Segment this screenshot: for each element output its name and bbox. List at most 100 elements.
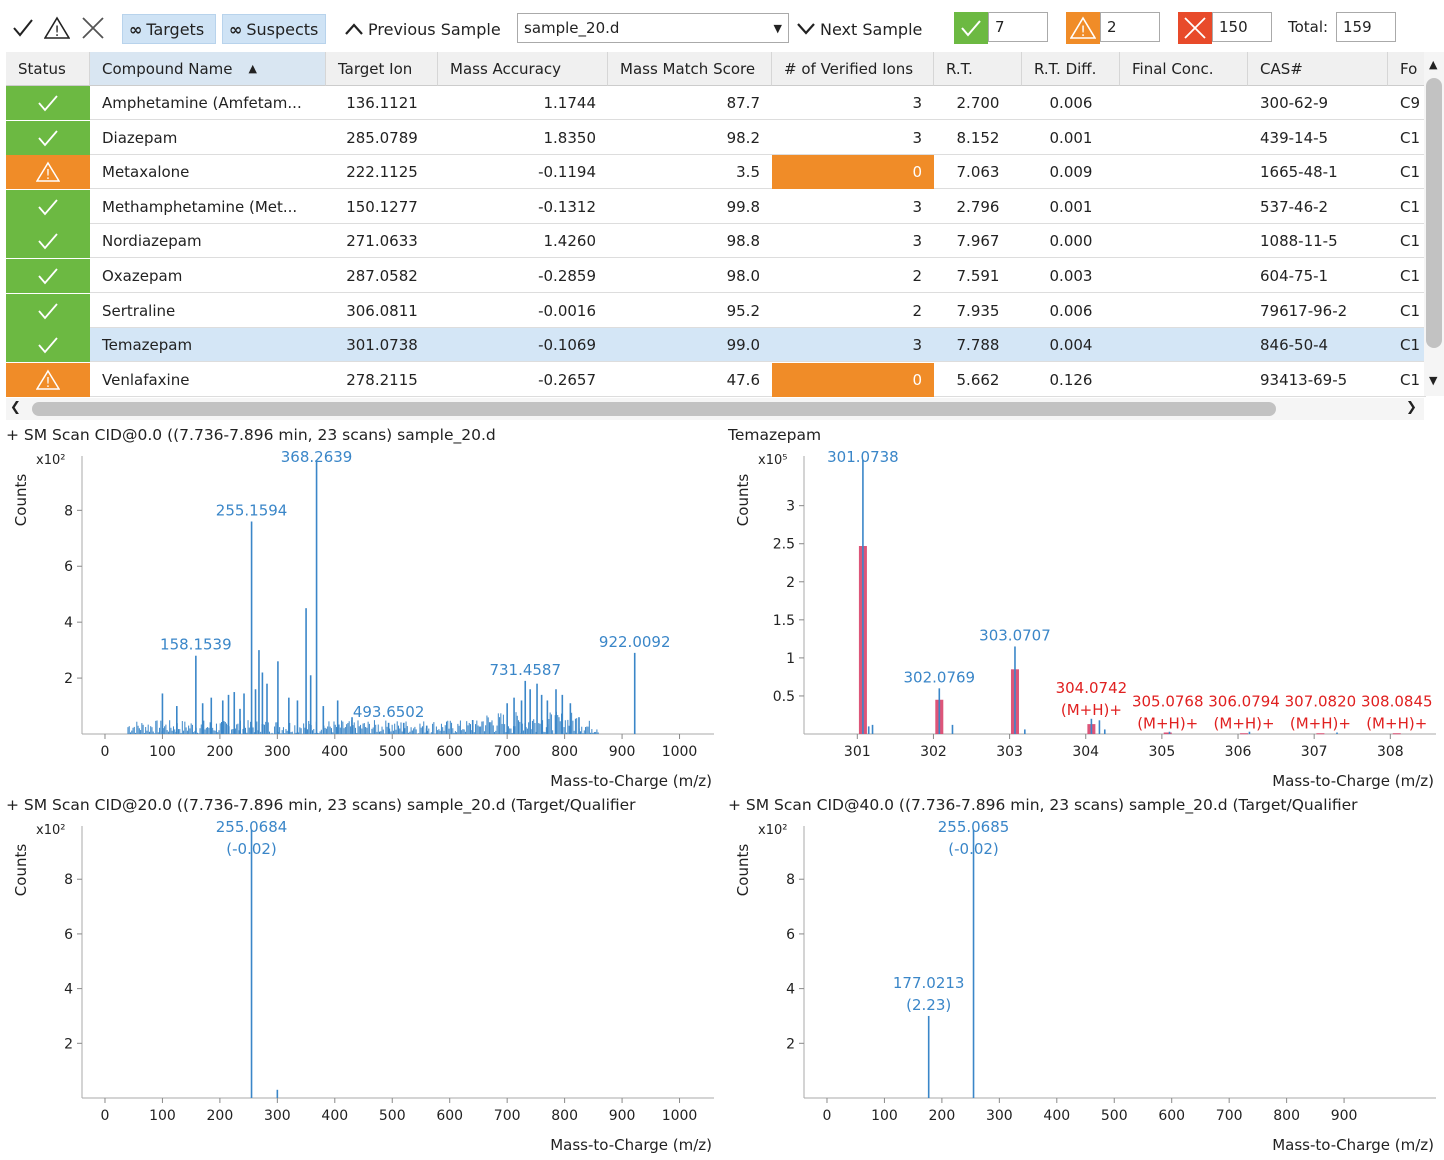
vertical-scrollbar[interactable]: ▲ ▼ — [1424, 52, 1444, 396]
x-tick-label: 500 — [1101, 1108, 1128, 1124]
results-table: Status Compound Name ▲ Target Ion Mass Accu… — [6, 52, 1444, 422]
svg-text:!: ! — [54, 24, 60, 40]
table-row[interactable]: Nordiazepam 271.0633 1.4260 98.8 3 7.967 0.000… — [6, 224, 1426, 259]
chart-plot: Counts x10² 2 4 6 8 0 100 200 300 400 500 600 700 800 9… — [12, 448, 714, 790]
y-axis-multiplier: x10² — [36, 823, 65, 838]
x-tick-label: 0 — [101, 1108, 110, 1124]
y-tick-label: 2 — [786, 1036, 795, 1052]
cell-name: Metaxalone — [102, 163, 190, 182]
chart-plot: Counts x10⁵ 0.5 1 1.5 2 2.5 3 301 302 303 304 305 306… — [734, 448, 1436, 790]
cell-name: Methamphetamine (Met... — [102, 197, 298, 216]
cell-conc — [1120, 190, 1248, 224]
previous-sample-button[interactable]: Previous Sample — [344, 14, 501, 44]
table-row[interactable]: Oxazepam 287.0582 -0.2859 98.0 2 7.591 0.003 60… — [6, 259, 1426, 293]
column-header-r-t[interactable]: R.T. — [934, 52, 1022, 86]
column-header-compound-name[interactable]: Compound Name ▲ — [90, 52, 326, 86]
cell-ion: 306.0811 — [346, 301, 418, 320]
cell-ion: 222.1125 — [346, 163, 418, 182]
next-sample-button[interactable]: Next Sample — [796, 14, 922, 44]
warning-filter-button[interactable]: ! — [42, 12, 72, 44]
suspects-button[interactable]: ∞ Suspects — [222, 14, 326, 44]
column-header-mass-match-score[interactable]: Mass Match Score — [608, 52, 772, 86]
scroll-up-icon[interactable]: ▲ — [1429, 58, 1437, 71]
cell-cas: 439-14-5 — [1260, 128, 1329, 147]
y-axis-label: Counts — [12, 844, 30, 897]
x-axis-label: Mass-to-Charge (m/z) — [1272, 1136, 1434, 1154]
ms-scan-chart-cid40: + SM Scan CID@40.0 ((7.736-7.896 min, 23… — [722, 796, 1444, 1160]
cell-rtdiff: 0.006 — [1049, 301, 1093, 320]
column-header-cas[interactable]: CAS# — [1248, 52, 1388, 86]
cell-ion: 150.1277 — [346, 197, 418, 216]
status-ok-icon — [6, 189, 90, 224]
x-tick-label: 304 — [1072, 744, 1099, 760]
cell-acc: 1.8350 — [543, 128, 597, 147]
x-tick-label: 1000 — [662, 1108, 698, 1124]
warn-count-icon: ! — [1066, 12, 1100, 44]
y-axis-multiplier: x10² — [758, 823, 787, 838]
status-ok-icon — [6, 120, 90, 155]
column-header-label: Final Conc. — [1132, 59, 1214, 78]
table-row[interactable]: Temazepam 301.0738 -0.1069 99.0 3 7.788 0.004 8… — [6, 328, 1426, 363]
column-header-of-verified-ions[interactable]: # of Verified Ions — [772, 52, 934, 86]
x-tick-label: 600 — [436, 1108, 463, 1124]
x-tick-label: 100 — [149, 1108, 176, 1124]
x-tick-label: 800 — [551, 744, 578, 760]
x-filter-button[interactable] — [78, 12, 108, 44]
scroll-left-icon[interactable]: ❮ — [10, 400, 21, 415]
x-axis-label: Mass-to-Charge (m/z) — [550, 1136, 712, 1154]
check-filter-button[interactable] — [8, 12, 38, 44]
isotope-bar — [1316, 733, 1325, 735]
targets-button[interactable]: ∞ Targets — [122, 14, 216, 44]
table-row[interactable]: ! Venlafaxine 278.2115 -0.2657 47.6 0 5.662 0.1… — [6, 362, 1426, 397]
x-tick-label: 306 — [1225, 744, 1252, 760]
column-header-fo[interactable]: Fo — [1388, 52, 1426, 86]
cell-fo: C1 — [1400, 301, 1421, 320]
cell-fo: C1 — [1400, 370, 1421, 389]
sample-dropdown[interactable]: sample_20.d ▼ — [517, 13, 789, 43]
dropdown-arrow-icon: ▼ — [773, 21, 782, 35]
horizontal-scrollbar[interactable]: ❮ ❯ — [6, 398, 1424, 420]
cell-rt: 2.796 — [956, 197, 1000, 216]
column-header-r-t-diff[interactable]: R.T. Diff. — [1022, 52, 1120, 86]
cell-verified: 0 — [772, 362, 934, 397]
isotope-bar — [1240, 733, 1249, 735]
cell-cas: 79617-96-2 — [1260, 301, 1348, 320]
cell-name: Venlafaxine — [102, 370, 190, 389]
peak-sublabel: (-0.02) — [948, 840, 999, 858]
table-row[interactable]: Sertraline 306.0811 -0.0016 95.2 2 7.935 0.006… — [6, 293, 1426, 328]
column-header-final-conc[interactable]: Final Conc. — [1120, 52, 1248, 86]
cell-rtdiff: 0.003 — [1049, 267, 1093, 285]
scroll-down-icon[interactable]: ▼ — [1429, 374, 1437, 387]
cell-ion: 287.0582 — [346, 267, 418, 285]
fail-count-icon — [1178, 12, 1212, 44]
column-header-status[interactable]: Status — [6, 52, 90, 86]
table-row[interactable]: Amphetamine (Amfetam... 136.1121 1.1744 87.… — [6, 86, 1426, 120]
isotope-bar — [1163, 732, 1172, 734]
cell-verified: 3 — [912, 232, 922, 251]
column-header-mass-accuracy[interactable]: Mass Accuracy — [438, 52, 608, 86]
horizontal-scroll-thumb[interactable] — [32, 402, 1276, 416]
y-tick-label: 6 — [786, 927, 795, 943]
sample-value: sample_20.d — [524, 19, 620, 37]
table-row[interactable]: ! Metaxalone 222.1125 -0.1194 3.5 0 7.063 0.009… — [6, 155, 1426, 190]
x-tick-label: 100 — [149, 744, 176, 760]
cell-rt: 7.591 — [956, 267, 1000, 285]
cell-ion: 136.1121 — [346, 94, 418, 112]
x-tick-label: 200 — [207, 1108, 234, 1124]
vertical-scroll-thumb[interactable] — [1426, 78, 1442, 348]
fail-count: 150 — [1212, 12, 1272, 42]
x-axis-label: Mass-to-Charge (m/z) — [1272, 772, 1434, 790]
y-tick-label: 2 — [786, 575, 795, 591]
cell-acc: -0.0016 — [538, 301, 596, 320]
cell-acc: 1.1744 — [543, 94, 597, 112]
peak-label: 302.0769 — [904, 668, 976, 686]
x-tick-label: 700 — [1216, 1108, 1243, 1124]
y-tick-label: 2 — [64, 671, 73, 687]
y-tick-label: 6 — [64, 927, 73, 943]
y-tick-label: 2 — [64, 1036, 73, 1052]
x-tick-label: 800 — [1273, 1108, 1300, 1124]
table-row[interactable]: Methamphetamine (Met... 150.1277 -0.1312 99… — [6, 189, 1426, 224]
table-row[interactable]: Diazepam 285.0789 1.8350 98.2 3 8.152 0.001 439… — [6, 120, 1426, 155]
column-header-target-ion[interactable]: Target Ion — [326, 52, 438, 86]
scroll-right-icon[interactable]: ❯ — [1406, 400, 1417, 415]
